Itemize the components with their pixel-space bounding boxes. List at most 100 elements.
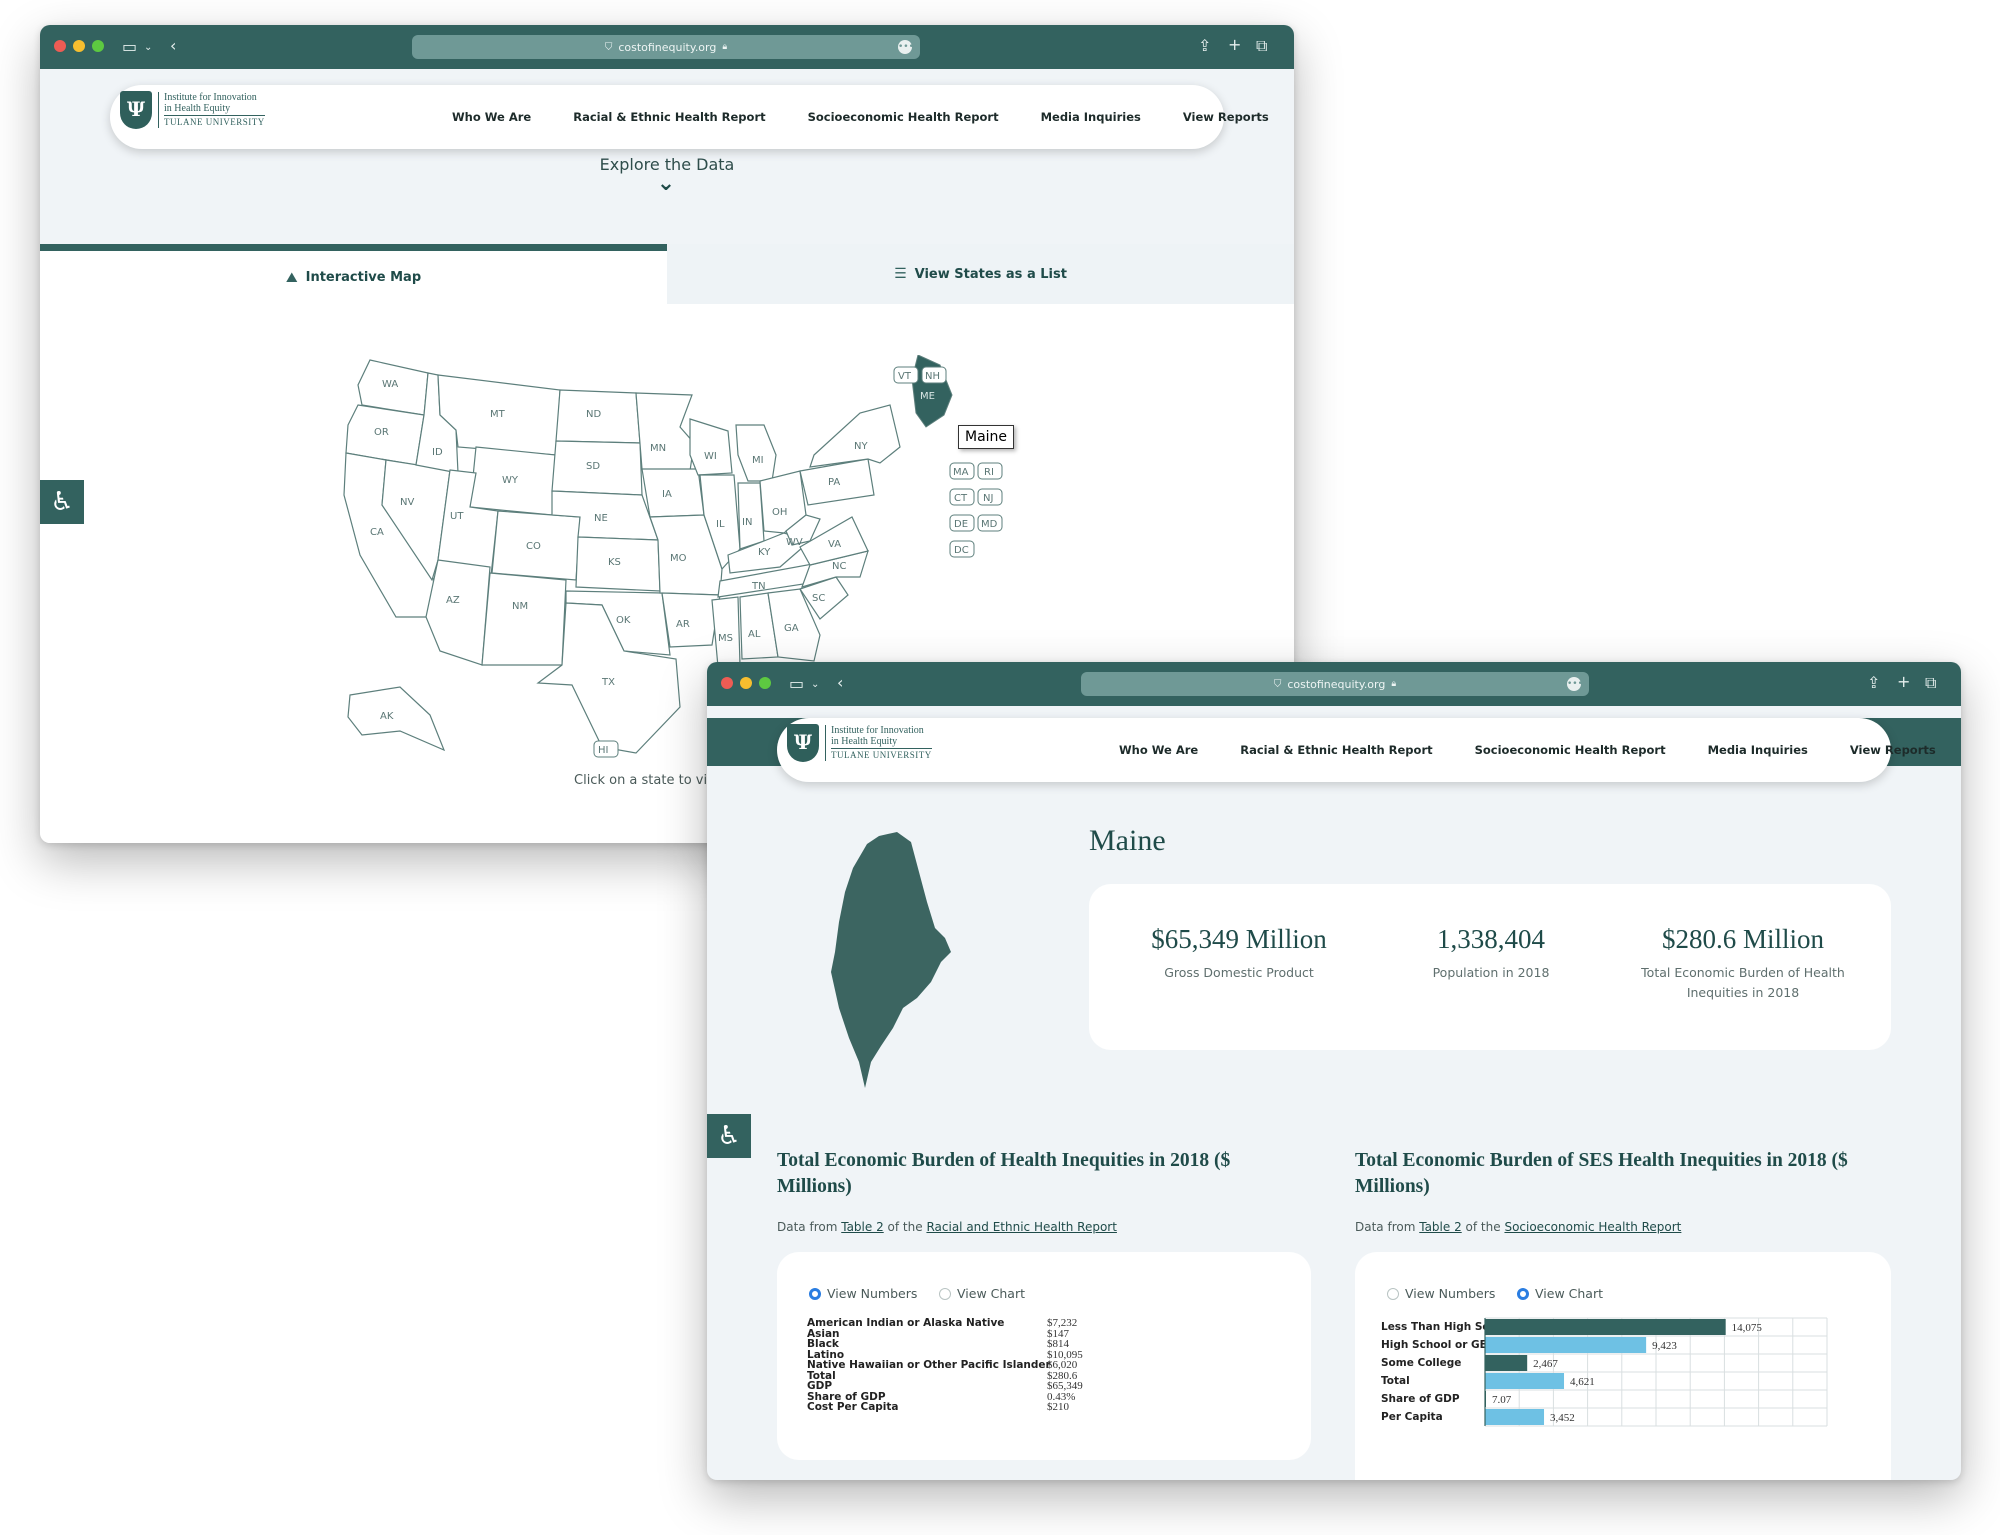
nav-view-reports[interactable]: View Reports <box>1850 743 1936 757</box>
sidebar-toggle-icon[interactable]: ▭ <box>789 676 804 692</box>
state-label-dc: DC <box>954 545 969 556</box>
close-window-button[interactable] <box>54 40 66 52</box>
ses-burden-title: Total Economic Burden of SES Health Ineq… <box>1355 1150 1848 1197</box>
link-socioeconomic-report[interactable]: Socioeconomic Health Report <box>1504 1220 1681 1234</box>
bar <box>1485 1373 1565 1389</box>
zoom-window-button[interactable] <box>92 40 104 52</box>
state-mn[interactable] <box>635 392 695 472</box>
chevron-down-icon[interactable]: ⌄ <box>811 677 819 693</box>
table-row: Cost Per Capita <box>807 1401 899 1413</box>
state-nm[interactable] <box>481 572 567 666</box>
nav-who-we-are[interactable]: Who We Are <box>1119 743 1198 757</box>
link-table-2[interactable]: Table 2 <box>841 1220 883 1234</box>
radio-button-selected[interactable] <box>809 1287 821 1300</box>
zoom-window-button[interactable] <box>759 677 771 689</box>
tab-interactive-map[interactable]: ⛰ Interactive Map <box>40 244 667 304</box>
nav-socioeconomic-report[interactable]: Socioeconomic Health Report <box>1475 743 1666 757</box>
minimize-window-button[interactable] <box>73 40 85 52</box>
browser-titlebar: ▭ ⌄ ‹ ⛉ costofinequity.org 🔒︎ ••• ⇪ + ⧉ <box>40 25 1294 69</box>
state-label-co: CO <box>526 541 541 552</box>
state-label-in: IN <box>742 517 752 528</box>
state-label-oh: OH <box>772 507 787 518</box>
new-tab-icon[interactable]: + <box>1228 37 1241 53</box>
minimize-window-button[interactable] <box>740 677 752 689</box>
state-ny[interactable] <box>809 404 901 468</box>
tulane-shield-icon: Ψ <box>787 724 819 762</box>
back-icon[interactable]: ‹ <box>837 675 843 691</box>
back-icon[interactable]: ‹ <box>170 38 176 54</box>
more-icon[interactable]: ••• <box>1567 677 1583 691</box>
chevron-down-icon[interactable]: ⌄ <box>654 173 678 199</box>
state-label-nv: NV <box>400 497 414 508</box>
state-mi[interactable] <box>735 424 777 482</box>
radio-view-numbers[interactable]: View Numbers <box>809 1286 917 1301</box>
radio-button[interactable] <box>1387 1287 1399 1300</box>
bar-value-label: 2,467 <box>1533 1358 1558 1370</box>
nav-racial-ethnic-report[interactable]: Racial & Ethnic Health Report <box>1240 743 1432 757</box>
site-logo[interactable]: Ψ Institute for Innovation in Health Equ… <box>120 91 265 129</box>
state-ar[interactable] <box>661 592 721 648</box>
ses-bar-chart[interactable]: Less Than High School 14,075High School o… <box>1381 1316 1881 1466</box>
radio-view-chart[interactable]: View Chart <box>939 1286 1025 1301</box>
link-table-2[interactable]: Table 2 <box>1419 1220 1461 1234</box>
state-az[interactable] <box>425 559 491 666</box>
state-ia[interactable] <box>641 468 705 518</box>
bar-category-label: Total <box>1381 1375 1410 1387</box>
tabs-overview-icon[interactable]: ⧉ <box>1925 675 1936 691</box>
new-tab-icon[interactable]: + <box>1897 674 1910 690</box>
state-wi[interactable] <box>689 418 733 476</box>
nav-socioeconomic-report[interactable]: Socioeconomic Health Report <box>808 110 999 124</box>
nav-media-inquiries[interactable]: Media Inquiries <box>1041 110 1141 124</box>
site-header: Ψ Institute for Innovation in Health Equ… <box>777 718 1936 782</box>
radio-button[interactable] <box>939 1287 951 1300</box>
table-row: American Indian or Alaska Native <box>807 1317 1005 1329</box>
nav-who-we-are[interactable]: Who We Are <box>452 110 531 124</box>
radio-view-numbers[interactable]: View Numbers <box>1387 1286 1495 1301</box>
bar-category-label: High School or GED <box>1381 1339 1496 1351</box>
state-label-ri: RI <box>984 467 994 478</box>
sidebar-toggle-icon[interactable]: ▭ <box>122 39 137 55</box>
close-window-button[interactable] <box>721 677 733 689</box>
numbers-labels: American Indian or Alaska Native Asian B… <box>807 1318 1051 1413</box>
accessibility-button[interactable]: ♿︎ <box>40 480 84 524</box>
address-bar[interactable]: ⛉ costofinequity.org 🔒︎ ••• <box>412 35 920 59</box>
state-label-ny: NY <box>854 441 868 452</box>
stat-burden: $280.6 Million Total Economic Burden of … <box>1619 924 1867 1003</box>
nav-racial-ethnic-report[interactable]: Racial & Ethnic Health Report <box>573 110 765 124</box>
stat-population: 1,338,404 Population in 2018 <box>1361 924 1621 983</box>
state-ms[interactable] <box>711 596 741 668</box>
share-icon[interactable]: ⇪ <box>1198 38 1211 54</box>
state-label-ma: MA <box>953 467 969 478</box>
radio-button-selected[interactable] <box>1517 1287 1529 1300</box>
state-label-ms: MS <box>718 633 733 644</box>
chevron-down-icon[interactable]: ⌄ <box>144 40 152 56</box>
radio-view-chart[interactable]: View Chart <box>1517 1286 1603 1301</box>
table-cell: $210 <box>1047 1401 1069 1413</box>
table-cell: $65,349 <box>1047 1380 1083 1392</box>
tab-view-list[interactable]: ☰ View States as a List <box>667 244 1294 304</box>
numbers-values: $7,232 $147 $814 $10,095 $6,020 $280.6 $… <box>1047 1318 1083 1413</box>
state-in[interactable] <box>737 482 765 550</box>
tabs-overview-icon[interactable]: ⧉ <box>1256 38 1267 54</box>
state-label-wy: WY <box>502 475 519 486</box>
state-label-al: AL <box>748 629 761 640</box>
site-logo[interactable]: Ψ Institute for Innovation in Health Equ… <box>787 724 932 762</box>
more-icon[interactable]: ••• <box>898 40 914 54</box>
state-label-nh: NH <box>925 371 940 382</box>
state-label-ar: AR <box>676 619 690 630</box>
state-label-mi: MI <box>752 455 764 466</box>
state-ak[interactable] <box>347 686 446 752</box>
accessibility-button[interactable]: ♿︎ <box>707 1114 751 1158</box>
state-label-tx: TX <box>601 677 615 688</box>
window-controls <box>721 677 771 689</box>
state-label-ok: OK <box>616 615 631 626</box>
address-bar[interactable]: ⛉ costofinequity.org 🔒︎ ••• <box>1081 672 1589 696</box>
nav-view-reports[interactable]: View Reports <box>1183 110 1269 124</box>
state-label-de: DE <box>954 519 968 530</box>
link-racial-ethnic-report[interactable]: Racial and Ethnic Health Report <box>926 1220 1117 1234</box>
state-label-ks: KS <box>608 557 621 568</box>
nav-media-inquiries[interactable]: Media Inquiries <box>1708 743 1808 757</box>
state-label-sc: SC <box>812 593 825 604</box>
share-icon[interactable]: ⇪ <box>1867 675 1880 691</box>
url-text: costofinequity.org <box>1287 677 1386 691</box>
